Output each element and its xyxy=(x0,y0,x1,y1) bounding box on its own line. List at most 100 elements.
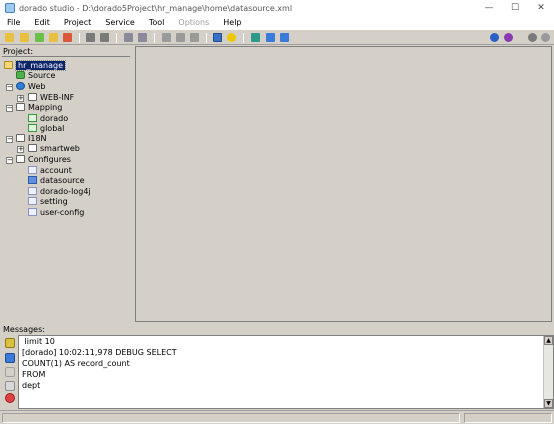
status-bar xyxy=(0,410,554,424)
window-title: dorado studio - D:\dorado5Project\hr_man… xyxy=(19,3,293,13)
tree-item-label: smartweb xyxy=(40,143,80,153)
config-file-icon xyxy=(28,197,37,205)
status-cell-secondary xyxy=(464,413,552,423)
message-line: dept xyxy=(22,381,41,390)
close-button[interactable]: ✕ xyxy=(528,0,554,16)
window-icon[interactable] xyxy=(213,33,222,42)
tree-item-label: dorado xyxy=(40,113,69,123)
cut-icon[interactable] xyxy=(176,33,185,42)
globe-icon xyxy=(16,82,25,90)
collapse-icon[interactable]: − xyxy=(6,105,13,112)
menu-bar: File Edit Project Service Tool Options H… xyxy=(0,16,554,30)
messages-scrollbar[interactable]: ▲ ▼ xyxy=(543,336,553,408)
scroll-down-icon[interactable]: ▼ xyxy=(544,399,553,408)
tree-item-account[interactable]: account xyxy=(28,165,72,175)
error-icon[interactable] xyxy=(5,393,15,403)
app-icon xyxy=(5,3,15,13)
edit-icon[interactable] xyxy=(5,381,15,391)
tree-item-label: global xyxy=(40,123,65,133)
toolbar-separator xyxy=(79,33,80,43)
messages-label: Messages: xyxy=(3,325,45,334)
folder-icon xyxy=(16,103,25,111)
tree-item-configures[interactable]: Configures xyxy=(16,154,71,164)
config-file-icon xyxy=(28,187,37,195)
tree-item-dorado[interactable]: dorado xyxy=(28,113,68,123)
copy-icon[interactable] xyxy=(162,33,171,42)
tree-item-datasource[interactable]: datasource xyxy=(28,175,85,185)
save-icon[interactable] xyxy=(86,33,95,42)
disconnect-icon[interactable] xyxy=(541,33,550,42)
toolbar-separator xyxy=(206,33,207,43)
paste-icon[interactable] xyxy=(190,33,199,42)
config-file-icon xyxy=(28,166,37,174)
collapse-icon[interactable]: − xyxy=(6,157,13,164)
save-all-icon[interactable] xyxy=(100,33,109,42)
filter-icon[interactable] xyxy=(5,367,15,377)
message-line: COUNT(1) AS record_count xyxy=(22,359,130,368)
project-tree: hr_manage Source − Web + WEB-INF − Mappi… xyxy=(2,56,130,320)
delete-icon[interactable] xyxy=(63,33,72,42)
tree-item-user-config[interactable]: user-config xyxy=(28,207,84,217)
minimize-button[interactable]: — xyxy=(476,0,502,16)
tree-item-label: Configures xyxy=(28,154,71,164)
tree-item-label: datasource xyxy=(40,175,85,185)
title-bar: dorado studio - D:\dorado5Project\hr_man… xyxy=(0,0,554,16)
menu-tool[interactable]: Tool xyxy=(142,16,172,30)
expand-icon[interactable]: + xyxy=(17,146,24,153)
message-line: FROM xyxy=(22,370,46,379)
run-icon[interactable] xyxy=(227,33,236,42)
new-folder-icon[interactable] xyxy=(20,33,29,42)
collapse-icon[interactable]: − xyxy=(6,136,13,143)
menu-edit[interactable]: Edit xyxy=(27,16,57,30)
maximize-button[interactable]: ☐ xyxy=(502,0,528,16)
menu-project[interactable]: Project xyxy=(57,16,98,30)
refresh-icon[interactable] xyxy=(280,33,289,42)
tree-item-hr-manage[interactable]: hr_manage xyxy=(4,59,67,71)
messages-toolbar xyxy=(3,336,18,408)
tree-item-label: Source xyxy=(28,70,56,80)
deploy-icon[interactable] xyxy=(266,33,275,42)
menu-help[interactable]: Help xyxy=(216,16,248,30)
open-file-icon[interactable] xyxy=(49,33,58,42)
folder-icon xyxy=(16,134,25,142)
menu-service[interactable]: Service xyxy=(98,16,142,30)
expand-icon[interactable]: + xyxy=(17,95,24,102)
tree-item-label: Mapping xyxy=(28,102,63,112)
stop-icon[interactable] xyxy=(528,33,537,42)
tree-item-web[interactable]: Web xyxy=(16,81,45,91)
about-icon[interactable] xyxy=(504,33,513,42)
mapping-file-icon xyxy=(28,114,37,122)
menu-file[interactable]: File xyxy=(0,16,27,30)
folder-icon xyxy=(28,93,37,101)
tree-item-label: WEB-INF xyxy=(40,92,75,102)
window-controls: — ☐ ✕ xyxy=(476,0,554,16)
editor-area[interactable] xyxy=(135,46,552,322)
tree-item-dorado-log4j[interactable]: dorado-log4j xyxy=(28,186,91,196)
tree-item-label: account xyxy=(40,165,72,175)
tree-item-setting[interactable]: setting xyxy=(28,196,68,206)
save-messages-icon[interactable] xyxy=(5,353,15,363)
status-cell-main xyxy=(2,413,460,423)
collapse-icon[interactable]: − xyxy=(6,84,13,91)
new-file-icon[interactable] xyxy=(35,33,44,42)
tree-item-label: I18N xyxy=(28,133,47,143)
toolbar-separator xyxy=(243,33,244,43)
clear-messages-icon[interactable] xyxy=(5,338,15,348)
tree-item-global[interactable]: global xyxy=(28,123,64,133)
redo-icon[interactable] xyxy=(138,33,147,42)
tree-item-label: setting xyxy=(40,196,68,206)
undo-icon[interactable] xyxy=(124,33,133,42)
tree-item-smartweb[interactable]: smartweb xyxy=(28,143,80,153)
tree-item-i18n[interactable]: I18N xyxy=(16,133,47,143)
folder-open-icon xyxy=(4,61,13,69)
tree-item-mapping[interactable]: Mapping xyxy=(16,102,62,112)
messages-output[interactable]: limit 10 [dorado] 10:02:11,978 DEBUG SEL… xyxy=(18,335,554,409)
tree-item-label: hr_manage xyxy=(14,59,67,71)
tree-item-source[interactable]: Source xyxy=(16,70,55,80)
scroll-up-icon[interactable]: ▲ xyxy=(544,336,553,345)
open-folder-icon[interactable] xyxy=(5,33,14,42)
server-icon[interactable] xyxy=(251,33,260,42)
help-icon[interactable] xyxy=(490,33,499,42)
config-file-icon xyxy=(28,208,37,216)
tree-item-web-inf[interactable]: WEB-INF xyxy=(28,92,74,102)
